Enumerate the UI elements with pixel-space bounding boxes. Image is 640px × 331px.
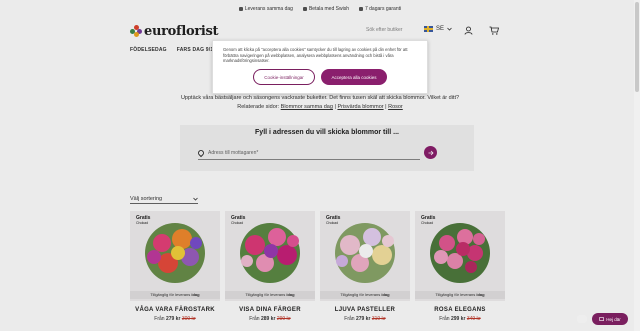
chat-bubble-icon xyxy=(599,316,605,321)
page-scrollbar[interactable] xyxy=(634,0,640,331)
cookie-settings-button[interactable]: Cookie-inställningar xyxy=(253,69,315,85)
cookie-dialog: Genom att klicka på "acceptera alla cook… xyxy=(212,40,428,94)
chat-button[interactable]: Hej där xyxy=(592,313,628,325)
cookie-text: Genom att klicka på "acceptera alla cook… xyxy=(223,47,408,63)
page: Leverans samma dag Betala med Swish 7 da… xyxy=(0,0,640,331)
chat-minimized-icon[interactable] xyxy=(577,315,587,323)
scrollbar-thumb[interactable] xyxy=(635,2,639,92)
accept-cookies-button[interactable]: Acceptera alla cookies xyxy=(321,69,387,85)
